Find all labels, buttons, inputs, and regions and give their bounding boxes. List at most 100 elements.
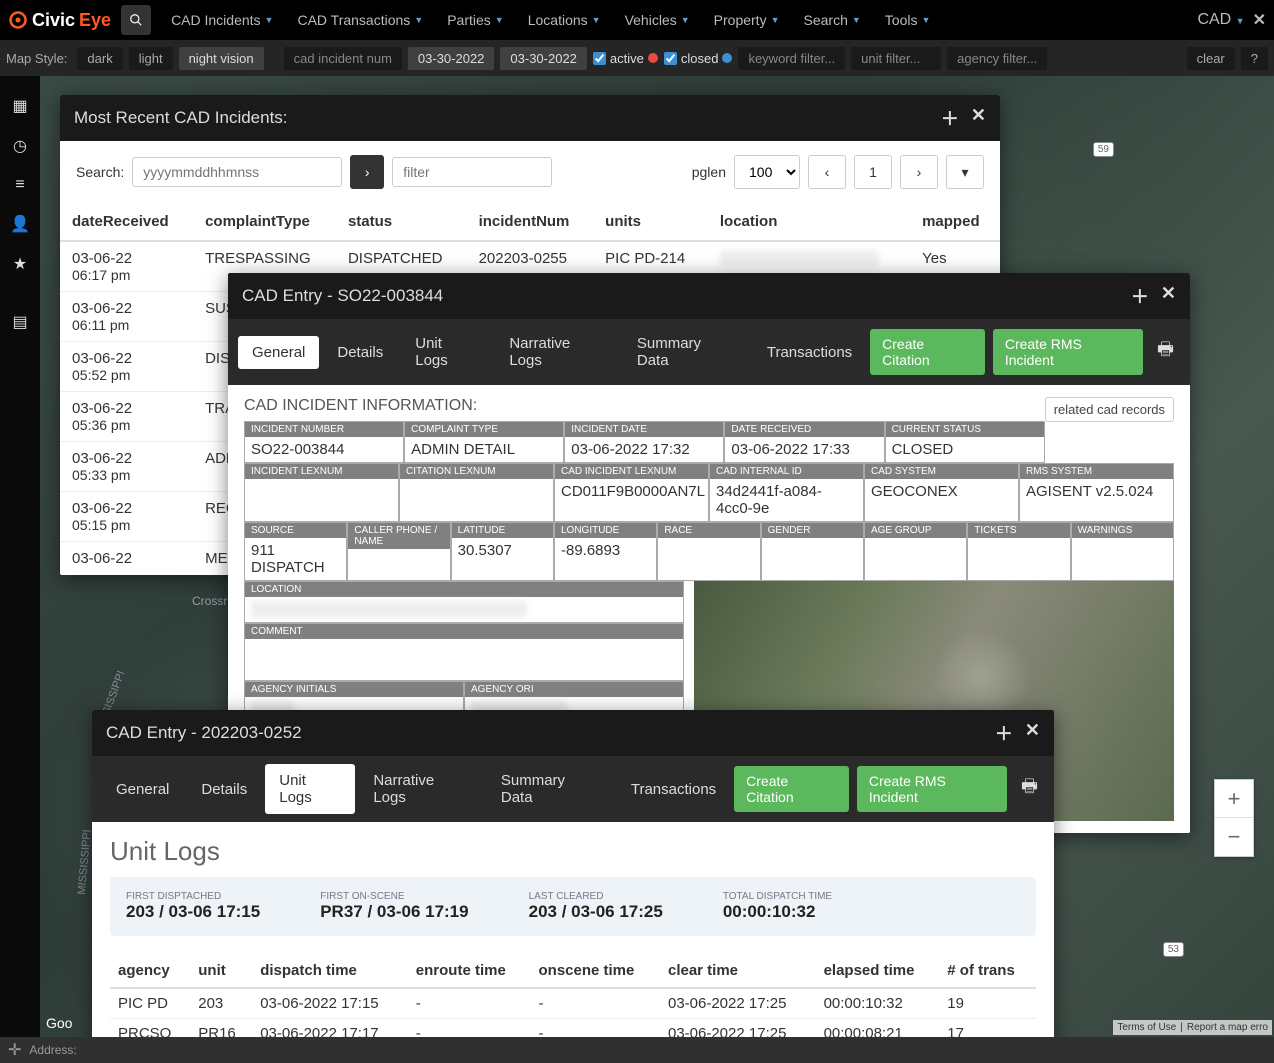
create-rms-incident-button[interactable]: Create RMS Incident [993, 329, 1143, 375]
nav-cad-incidents[interactable]: CAD Incidents▼ [161, 6, 283, 34]
tab-unit-logs[interactable]: Unit Logs [401, 327, 491, 377]
left-sidebar: ▦ ◷ ≡ 👤 ★ ▤ [0, 76, 40, 1037]
tab-narrative-logs[interactable]: Narrative Logs [359, 764, 483, 814]
street-label: Crossr [192, 594, 227, 608]
nav-search[interactable]: Search▼ [794, 6, 871, 34]
star-icon[interactable]: ★ [13, 254, 27, 274]
nav-tools[interactable]: Tools▼ [875, 6, 941, 34]
filter-input[interactable] [392, 157, 552, 187]
panel-header[interactable]: Most Recent CAD Incidents: ＋ ✕ [60, 95, 1000, 141]
col-incidentNum[interactable]: incidentNum [467, 203, 594, 241]
print-icon[interactable]: 🖶 [1015, 774, 1044, 804]
search-go-button[interactable]: › [350, 155, 384, 189]
create-rms-incident-button[interactable]: Create RMS Incident [857, 766, 1007, 812]
nav-vehicles[interactable]: Vehicles▼ [615, 6, 700, 34]
crosshair-icon[interactable]: ✛ [8, 1040, 21, 1060]
page-number[interactable]: 1 [854, 155, 892, 189]
active-checkbox[interactable]: active [593, 51, 658, 66]
cad-menu[interactable]: CAD ▼ [1197, 11, 1244, 29]
list-icon[interactable]: ≡ [15, 176, 24, 194]
col-dateReceived[interactable]: dateReceived [60, 203, 193, 241]
date-from[interactable]: 03-30-2022 [408, 47, 495, 70]
tab-general[interactable]: General [238, 336, 319, 369]
pglen-select[interactable]: 100 [734, 155, 800, 189]
tab-transactions[interactable]: Transactions [753, 336, 866, 369]
help-button[interactable]: ? [1241, 47, 1268, 70]
add-window-button[interactable]: ＋ [995, 720, 1013, 746]
close-window-button[interactable]: ✕ [1161, 283, 1176, 309]
tab-narrative-logs[interactable]: Narrative Logs [495, 327, 619, 377]
nav-property[interactable]: Property▼ [704, 6, 790, 34]
col-mapped[interactable]: mapped [910, 203, 1000, 241]
col-header[interactable]: unit [190, 954, 252, 988]
page-menu-button[interactable]: ▾ [946, 155, 984, 189]
add-window-button[interactable]: ＋ [941, 105, 959, 131]
map-attribution: Terms of Use | Report a map erro [1113, 1020, 1272, 1035]
agency-filter-input[interactable]: agency filter... [947, 47, 1047, 70]
related-cad-records-link[interactable]: related cad records [1045, 397, 1174, 422]
tab-transactions[interactable]: Transactions [617, 773, 730, 806]
col-location[interactable]: location [708, 203, 910, 241]
keyword-filter-input[interactable]: keyword filter... [738, 47, 845, 70]
panel-header[interactable]: CAD Entry - 202203-0252 ＋ ✕ [92, 710, 1054, 756]
col-header[interactable]: agency [110, 954, 190, 988]
info-cell: SOURCE911 DISPATCH [244, 522, 347, 581]
caret-down-icon: ▼ [921, 15, 930, 25]
nav-parties[interactable]: Parties▼ [437, 6, 514, 34]
page-next-button[interactable]: › [900, 155, 938, 189]
document-icon[interactable]: ▤ [12, 312, 27, 332]
close-app-button[interactable]: ✕ [1253, 10, 1266, 30]
print-icon[interactable]: 🖶 [1151, 337, 1180, 367]
add-window-button[interactable]: ＋ [1131, 283, 1149, 309]
info-cell: DATE RECEIVED03-06-2022 17:33 [724, 421, 884, 463]
clear-filters-button[interactable]: clear [1187, 47, 1235, 70]
col-header[interactable]: enroute time [408, 954, 531, 988]
street-label: MISSISSIPPI [76, 829, 94, 895]
style-light[interactable]: light [129, 47, 173, 70]
col-header[interactable]: clear time [660, 954, 816, 988]
tab-unit-logs[interactable]: Unit Logs [265, 764, 355, 814]
col-units[interactable]: units [593, 203, 708, 241]
tab-details[interactable]: Details [187, 773, 261, 806]
col-header[interactable]: dispatch time [252, 954, 408, 988]
unit-filter-input[interactable]: unit filter... [851, 47, 941, 70]
col-header[interactable]: onscene time [531, 954, 660, 988]
grid-icon[interactable]: ▦ [12, 96, 27, 116]
terms-link[interactable]: Terms of Use [1117, 1022, 1176, 1033]
tab-summary-data[interactable]: Summary Data [623, 327, 749, 377]
nav-locations[interactable]: Locations▼ [518, 6, 611, 34]
zoom-out-button[interactable]: − [1215, 818, 1253, 856]
col-complaintType[interactable]: complaintType [193, 203, 336, 241]
global-search-button[interactable] [121, 5, 151, 35]
person-icon[interactable]: 👤 [10, 214, 30, 234]
col-header[interactable]: elapsed time [816, 954, 940, 988]
zoom-control: + − [1214, 779, 1254, 857]
table-row[interactable]: PIC PD20303-06-2022 17:15--03-06-2022 17… [110, 988, 1036, 1019]
search-date-input[interactable] [132, 157, 342, 187]
col-status[interactable]: status [336, 203, 467, 241]
cad-incident-num-input[interactable]: cad incident num [284, 47, 402, 70]
create-citation-button[interactable]: Create Citation [870, 329, 985, 375]
report-map-error-link[interactable]: Report a map erro [1187, 1022, 1268, 1033]
brand-logo[interactable]: CivicEye [8, 10, 111, 31]
google-logo: Goo [46, 1015, 72, 1031]
panel-header[interactable]: CAD Entry - SO22-003844 ＋ ✕ [228, 273, 1190, 319]
style-dark[interactable]: dark [77, 47, 122, 70]
clock-icon[interactable]: ◷ [13, 136, 27, 156]
close-window-button[interactable]: ✕ [971, 105, 986, 131]
chevron-right-icon: › [365, 164, 370, 180]
page-prev-button[interactable]: ‹ [808, 155, 846, 189]
create-citation-button[interactable]: Create Citation [734, 766, 849, 812]
closed-checkbox[interactable]: closed [664, 51, 733, 66]
panel-cad-entry-2: CAD Entry - 202203-0252 ＋ ✕ General Deta… [92, 710, 1054, 1050]
tab-summary-data[interactable]: Summary Data [487, 764, 613, 814]
info-cell: RACE [657, 522, 760, 581]
nav-cad-transactions[interactable]: CAD Transactions▼ [287, 6, 433, 34]
tab-details[interactable]: Details [323, 336, 397, 369]
style-night-vision[interactable]: night vision [179, 47, 264, 70]
zoom-in-button[interactable]: + [1215, 780, 1253, 818]
close-window-button[interactable]: ✕ [1025, 720, 1040, 746]
col-header[interactable]: # of trans [939, 954, 1036, 988]
date-to[interactable]: 03-30-2022 [500, 47, 587, 70]
tab-general[interactable]: General [102, 773, 183, 806]
